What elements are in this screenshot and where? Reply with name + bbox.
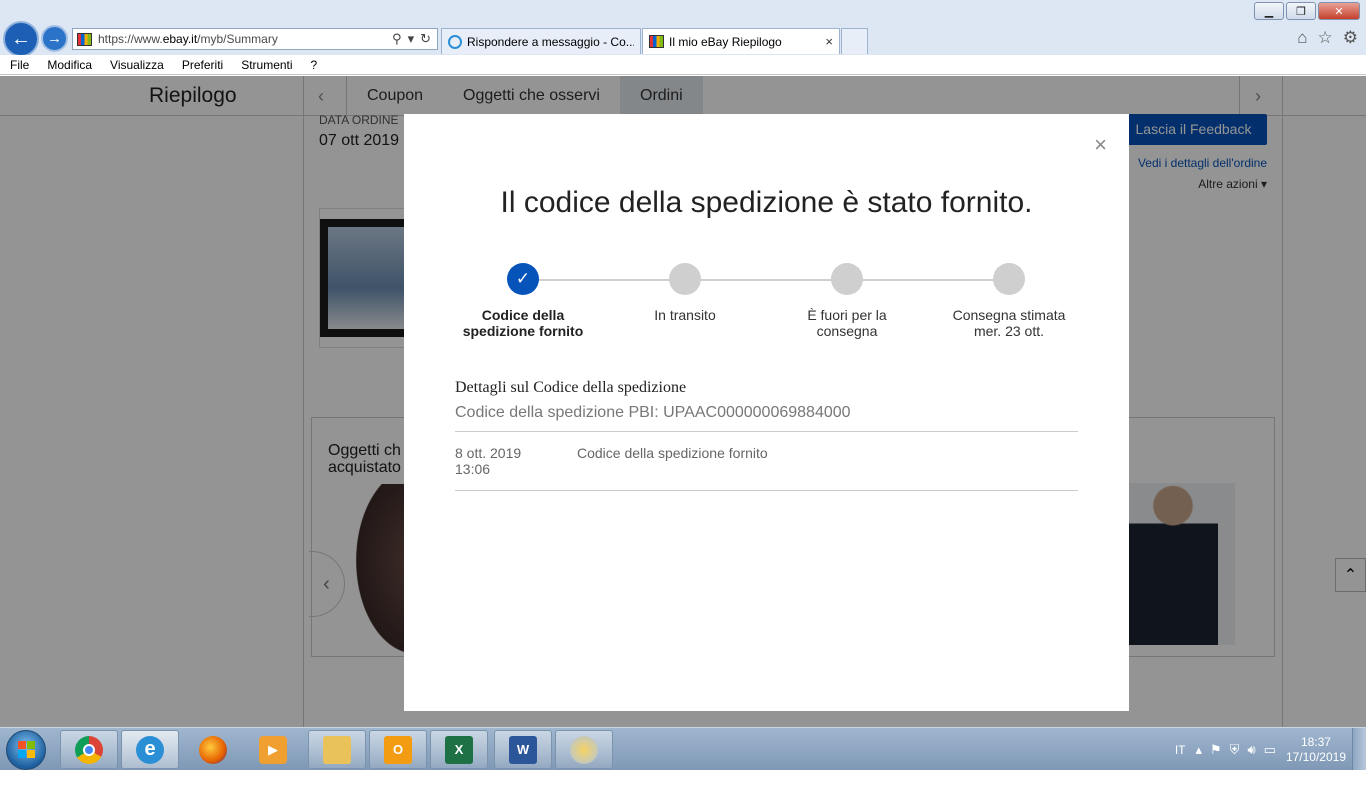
close-window-button[interactable]: ✕ [1318, 2, 1360, 20]
step-out-for-delivery: È fuori per la consegna [777, 263, 917, 339]
start-button[interactable] [6, 730, 46, 770]
taskbar-firefox[interactable] [184, 730, 242, 769]
step-dot [993, 263, 1025, 295]
taskbar-chrome[interactable] [60, 730, 118, 769]
outlook-icon: O [384, 735, 412, 764]
step-in-transit: In transito [615, 263, 755, 323]
clock[interactable]: 18:37 17/10/2019 [1286, 735, 1346, 765]
monitor-icon[interactable]: ▭ [1264, 742, 1276, 758]
menu-help[interactable]: ? [301, 58, 326, 72]
taskbar-outlook[interactable]: O [369, 730, 427, 769]
tracking-code: Codice della spedizione PBI: UPAAC000000… [455, 404, 851, 421]
forward-button[interactable]: → [41, 25, 68, 52]
modal-close-button[interactable]: × [1094, 132, 1107, 158]
word-icon: W [509, 735, 537, 764]
dropdown-icon[interactable]: ▾ [408, 31, 415, 47]
system-tray: IT ▴ ⚑ ⛨ 🔊︎ ▭ 18:37 17/10/2019 [1175, 728, 1346, 771]
tab-mio-ebay[interactable]: Il mio eBay Riepilogo × [642, 28, 840, 54]
taskbar-excel[interactable]: X [430, 730, 488, 769]
tab-close-icon[interactable]: × [825, 34, 833, 49]
tracking-details-title: Dettagli sul Codice della spedizione [455, 379, 687, 396]
network-error-icon[interactable]: ⚑ [1210, 742, 1222, 758]
menu-modifica[interactable]: Modifica [37, 58, 100, 72]
browser-chrome: ← → https://www.ebay.it/myb/Summary ⚲ ▾ … [0, 0, 1366, 57]
step-dot [669, 263, 701, 295]
excel-icon: X [445, 735, 473, 764]
divider [455, 431, 1078, 432]
language-indicator[interactable]: IT [1175, 743, 1186, 757]
ie-favicon-icon [448, 34, 462, 49]
new-tab-button[interactable] [841, 28, 868, 54]
step-label: È fuori per la consegna [807, 307, 887, 339]
back-button[interactable]: ← [3, 21, 39, 57]
tracking-progress-line [523, 279, 1009, 281]
windows-taskbar: e ▶ O X W IT ▴ ⚑ ⛨ 🔊︎ ▭ 18:37 17/10/2019 [0, 727, 1366, 771]
taskbar-paint[interactable] [555, 730, 613, 769]
divider [455, 490, 1078, 491]
security-icon[interactable]: ⛨ [1230, 742, 1240, 758]
menu-preferiti[interactable]: Preferiti [172, 58, 231, 72]
taskbar-internet-explorer[interactable]: e [121, 730, 179, 769]
step-estimated-delivery: Consegna stimata mer. 23 ott. [939, 263, 1079, 339]
volume-icon[interactable]: 🔊︎ [1247, 742, 1255, 758]
folder-icon [323, 735, 351, 764]
bottom-strip [0, 770, 1366, 810]
media-player-icon: ▶ [259, 735, 287, 764]
menu-file[interactable]: File [0, 58, 37, 72]
arrow-left-icon: ← [11, 27, 31, 50]
gear-icon[interactable]: ⚙ [1343, 28, 1358, 48]
show-hidden-icons-icon[interactable]: ▴ [1195, 742, 1202, 758]
paint-icon [570, 735, 598, 764]
show-desktop-button[interactable] [1352, 728, 1366, 771]
taskbar-word[interactable]: W [494, 730, 552, 769]
firefox-icon [199, 735, 227, 764]
step-label: Codice della spedizione fornito [462, 307, 584, 339]
menu-visualizza[interactable]: Visualizza [100, 58, 172, 72]
windows-logo-icon [18, 741, 35, 758]
address-text[interactable]: https://www.ebay.it/myb/Summary [98, 32, 392, 46]
search-icon[interactable]: ⚲ [392, 31, 402, 47]
address-bar[interactable]: https://www.ebay.it/myb/Summary ⚲ ▾ ↻ [72, 28, 438, 50]
modal-title: Il codice della spedizione è stato forni… [500, 186, 1033, 219]
ebay-favicon-icon [649, 35, 664, 48]
menu-bar: File Modifica Visualizza Preferiti Strum… [0, 55, 1366, 75]
event-datetime: 8 ott. 2019 13:06 [455, 445, 522, 477]
taskbar-explorer[interactable] [308, 730, 366, 769]
favorites-star-icon[interactable]: ☆ [1318, 28, 1333, 48]
check-icon: ✓ [507, 263, 539, 295]
taskbar-media-player[interactable]: ▶ [244, 730, 302, 769]
step-label: Consegna stimata mer. 23 ott. [952, 307, 1066, 339]
step-dot [831, 263, 863, 295]
arrow-right-icon: → [47, 30, 62, 47]
chrome-icon [75, 735, 103, 764]
refresh-icon[interactable]: ↻ [420, 31, 431, 47]
step-label: In transito [654, 307, 716, 323]
minimize-button[interactable]: ▁ [1254, 2, 1284, 20]
step-code-provided: ✓ Codice della spedizione fornito [453, 263, 593, 339]
home-icon[interactable]: ⌂ [1297, 28, 1307, 48]
event-description: Codice della spedizione fornito [577, 445, 768, 461]
tracking-modal: × Il codice della spedizione è stato for… [404, 114, 1129, 711]
ebay-favicon-icon [77, 32, 92, 46]
ie-icon: e [136, 735, 164, 764]
restore-button[interactable]: ❐ [1286, 2, 1316, 20]
menu-strumenti[interactable]: Strumenti [231, 58, 300, 72]
tab-rispondere-messaggio[interactable]: Rispondere a messaggio - Co... [441, 28, 641, 54]
